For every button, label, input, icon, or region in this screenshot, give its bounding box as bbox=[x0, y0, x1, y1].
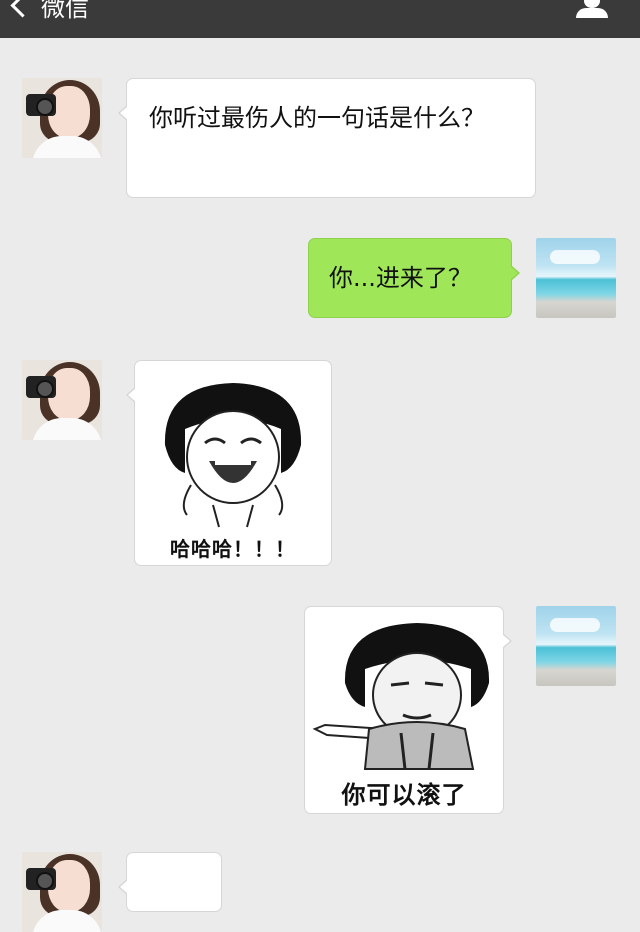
sticker-message[interactable]: 哈哈哈！！！ bbox=[126, 360, 332, 566]
pointing-face-sticker bbox=[312, 623, 490, 770]
sticker-caption: 你可以滚了 bbox=[341, 781, 467, 809]
back-label: 微信 bbox=[41, 0, 89, 22]
avatar[interactable] bbox=[22, 360, 102, 440]
message-bubble[interactable]: 你听过最伤人的一句话是什么？ bbox=[118, 78, 536, 198]
chevron-left-icon bbox=[10, 0, 35, 18]
message-bubble[interactable] bbox=[118, 852, 222, 912]
avatar[interactable] bbox=[22, 78, 102, 158]
chat-header: 微信 bbox=[0, 0, 640, 38]
laughing-face-sticker bbox=[164, 383, 302, 528]
back-button[interactable]: 微信 bbox=[10, 0, 89, 23]
avatar[interactable] bbox=[22, 852, 102, 932]
chat-info-user-icon[interactable] bbox=[574, 0, 610, 18]
message-bubble[interactable]: 你...进来了？ bbox=[308, 238, 520, 318]
sticker-message[interactable]: 你可以滚了 bbox=[304, 606, 512, 814]
message-text: 你听过最伤人的一句话是什么？ bbox=[149, 104, 485, 132]
avatar[interactable] bbox=[536, 238, 616, 318]
avatar[interactable] bbox=[536, 606, 616, 686]
sticker-caption: 哈哈哈！！！ bbox=[170, 537, 296, 561]
message-text: 你...进来了？ bbox=[329, 264, 472, 292]
